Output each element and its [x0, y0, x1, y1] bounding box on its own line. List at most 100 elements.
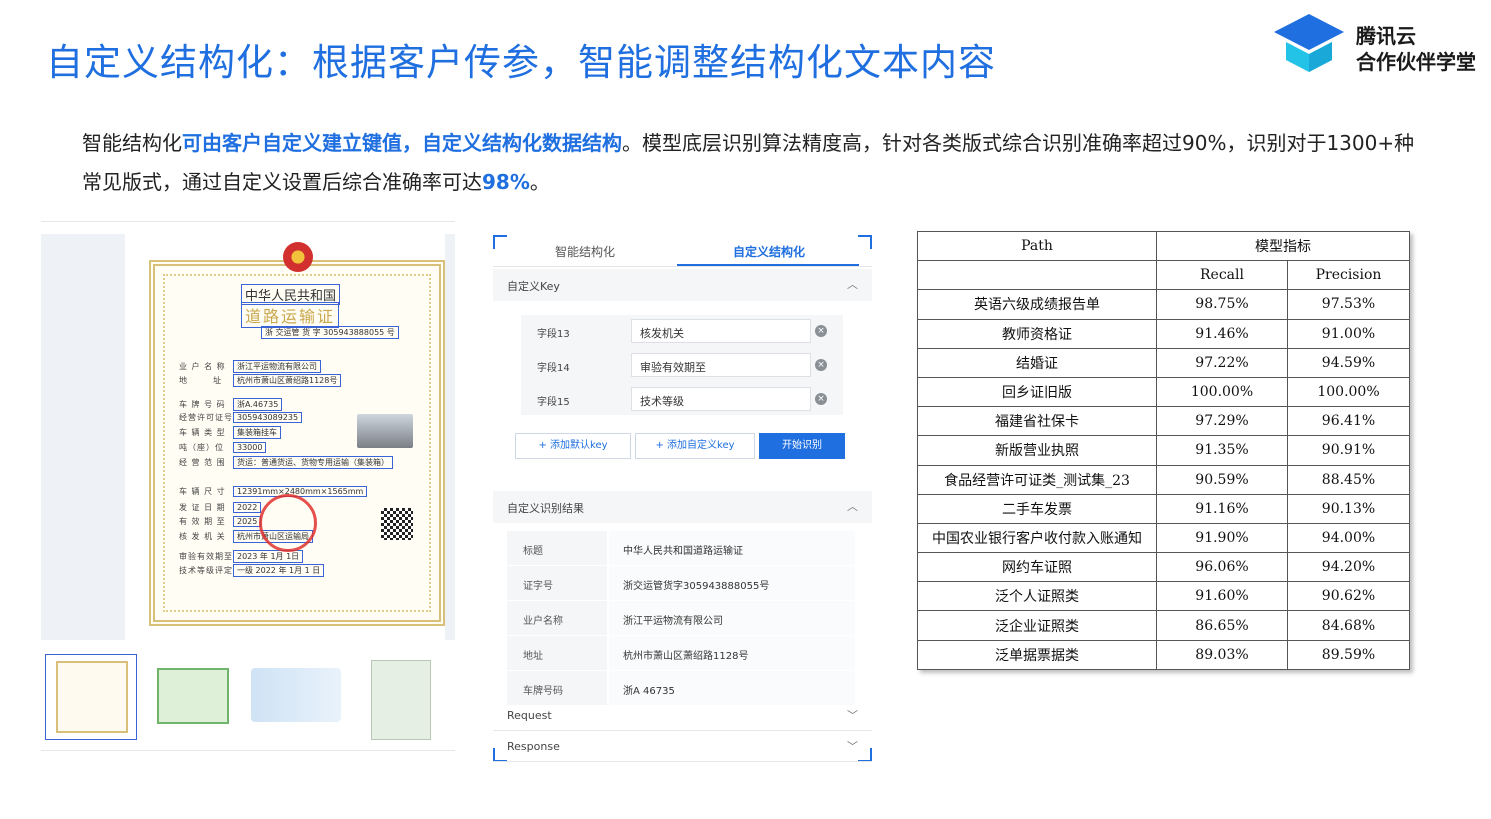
table-row: 食品经营许可证类_测试集_23 90.59% 88.45%	[917, 464, 1410, 495]
chevron-up-icon: ︿	[847, 278, 858, 291]
cert-row: 车 辆 尺 寸 12391mm×2480mm×1565mm	[179, 486, 368, 497]
cell-precision: 90.13%	[1287, 493, 1410, 524]
cert-row-value: 2025	[233, 516, 262, 527]
cell-recall: 91.46%	[1156, 318, 1288, 349]
structuring-panel: 智能结构化 自定义结构化 自定义Key ︿ 字段13 核发机关 × 字段14 审…	[493, 235, 872, 762]
tencent-cloud-logo: 腾讯云 合作伙伴学堂	[1274, 14, 1486, 80]
cert-row-label: 车 辆 类 型	[179, 428, 226, 437]
tab-smart-structuring[interactable]: 智能结构化	[555, 243, 615, 260]
header-empty	[917, 260, 1157, 291]
cert-row: 吨（座）位 33000	[179, 442, 267, 453]
section-title: 自定义识别结果	[507, 502, 584, 515]
table-row: 泛个人证照类 91.60% 90.62%	[917, 581, 1410, 612]
cert-row-value: 2023 年 1月 1日	[233, 550, 304, 563]
cell-recall: 97.29%	[1156, 406, 1288, 437]
result-row: 证字号 浙交运管货字305943888055号	[507, 566, 857, 600]
cert-row-label: 吨（座）位	[179, 443, 224, 452]
result-value: 浙交运管货字305943888055号	[609, 566, 855, 600]
cell-path: 福建省社保卡	[917, 406, 1157, 437]
cert-row-label: 经 营 范 围	[179, 458, 226, 467]
tab-custom-structuring[interactable]: 自定义结构化	[733, 243, 805, 260]
cell-precision: 88.45%	[1287, 464, 1410, 495]
cert-row-value: 货运：普通货运、货物专用运输（集装箱）	[233, 456, 393, 469]
add-default-key-button[interactable]: + 添加默认key	[515, 433, 631, 459]
cell-recall: 96.06%	[1156, 552, 1288, 583]
cell-recall: 97.22%	[1156, 347, 1288, 378]
thumbnail-image	[251, 668, 341, 722]
table-body: 英语六级成绩报告单 98.75% 97.53% 教师资格证 91.46% 91.00% 结婚…	[917, 289, 1410, 670]
result-section-header[interactable]: 自定义识别结果 ︿	[493, 491, 872, 523]
clear-icon[interactable]: ×	[815, 325, 827, 337]
cert-row-label: 发 证 日 期	[179, 503, 226, 512]
thumbnail-permit[interactable]	[361, 654, 453, 740]
key-value-input[interactable]: 技术等级	[631, 387, 811, 411]
cell-precision: 96.41%	[1287, 406, 1410, 437]
key-row: 字段14 审验有效期至 ×	[521, 349, 843, 383]
cell-path: 新版营业执照	[917, 435, 1157, 466]
cert-row: 审验有效期至 2023 年 1月 1日	[179, 550, 304, 563]
model-metrics-table: Path 模型指标 Recall Precision 英语六级成绩报告单 98.7…	[917, 230, 1410, 670]
cell-precision: 89.59%	[1287, 639, 1410, 670]
clear-icon[interactable]: ×	[815, 393, 827, 405]
desc-text-1: 智能结构化	[82, 131, 182, 155]
thumbnail-business-license[interactable]	[147, 654, 239, 740]
cell-recall: 91.35%	[1156, 435, 1288, 466]
cert-row-value: 浙A.46735	[233, 398, 283, 411]
request-collapse[interactable]: Request ﹀	[493, 701, 872, 731]
cert-row-label: 经营许可证号	[179, 413, 233, 422]
cert-title-name: 道路运输证	[241, 302, 340, 328]
cell-path: 泛单据票据类	[917, 639, 1157, 670]
mode-tabs: 智能结构化 自定义结构化	[493, 235, 872, 267]
key-name: 字段13	[537, 329, 570, 340]
cell-path: 食品经营许可证类_测试集_23	[917, 464, 1157, 495]
key-value-input[interactable]: 审验有效期至	[631, 353, 811, 377]
table-row: 结婚证 97.22% 94.59%	[917, 347, 1410, 378]
cert-row-value: 12391mm×2480mm×1565mm	[233, 486, 368, 497]
cert-row: 有 效 期 至 2025	[179, 516, 262, 527]
desc-highlight-2: 98%	[482, 170, 530, 194]
cert-row: 发 证 日 期 2022	[179, 502, 262, 513]
chevron-down-icon: ﹀	[847, 709, 858, 722]
clear-icon[interactable]: ×	[815, 359, 827, 371]
cell-recall: 86.65%	[1156, 610, 1288, 641]
header-precision: Precision	[1287, 260, 1410, 291]
key-value-input[interactable]: 核发机关	[631, 319, 811, 343]
document-preview-panel: 中华人民共和国 道路运输证 浙 交运管 货 字 305943888055 号 业…	[41, 221, 455, 751]
result-row: 车牌号码 浙A 46735	[507, 671, 857, 705]
cert-row-value: 一级 2022 年 1月 1 日	[233, 564, 325, 577]
add-custom-key-button[interactable]: + 添加自定义key	[635, 433, 755, 459]
table-row: 教师资格证 91.46% 91.00%	[917, 318, 1410, 349]
cert-row: 技术等级评定 一级 2022 年 1月 1 日	[179, 564, 325, 577]
page-title: 自定义结构化：根据客户传参，智能调整结构化文本内容	[46, 41, 996, 84]
table-row: 新版营业执照 91.35% 90.91%	[917, 435, 1410, 466]
cert-row: 经营许可证号 305943089235	[179, 412, 303, 423]
response-collapse[interactable]: Response ﹀	[493, 732, 872, 762]
result-row: 地址 杭州市萧山区萧绍路1128号	[507, 636, 857, 670]
cert-row-label: 核 发 机 关	[179, 532, 226, 541]
key-row: 字段13 核发机关 ×	[521, 315, 843, 349]
start-recognition-button[interactable]: 开始识别	[759, 433, 845, 459]
cell-precision: 90.91%	[1287, 435, 1410, 466]
header-model-metrics: 模型指标	[1156, 230, 1410, 262]
cell-recall: 91.16%	[1156, 493, 1288, 524]
table-row: 回乡证旧版 100.00% 100.00%	[917, 376, 1410, 408]
request-label: Request	[507, 709, 552, 722]
header-path: Path	[917, 230, 1157, 262]
section-title: 自定义Key	[507, 280, 560, 293]
result-key: 车牌号码	[507, 671, 607, 705]
result-value: 浙江平运物流有限公司	[609, 601, 855, 635]
cert-number: 浙 交运管 货 字 305943888055 号	[261, 326, 399, 339]
key-row: 字段15 技术等级 ×	[521, 383, 843, 417]
thumbnail-transport-certificate[interactable]	[45, 654, 137, 740]
cert-row-label: 车 牌 号 码	[179, 400, 226, 409]
description: 智能结构化可由客户自定义建立键值，自定义结构化数据结构。模型底层识别算法精度高，…	[82, 124, 1432, 202]
road-transport-certificate-image: 中华人民共和国 道路运输证 浙 交运管 货 字 305943888055 号 业…	[149, 242, 445, 626]
preview-background-right	[445, 234, 455, 640]
cell-precision: 91.00%	[1287, 318, 1410, 349]
custom-key-section-header[interactable]: 自定义Key ︿	[493, 269, 872, 301]
result-key: 业户名称	[507, 601, 607, 635]
thumbnail-id-card[interactable]	[249, 654, 341, 740]
table-row: 泛单据票据类 89.03% 89.59%	[917, 639, 1410, 670]
cell-recall: 89.03%	[1156, 639, 1288, 670]
cert-row-value: 杭州市萧山区萧绍路1128号	[233, 374, 342, 387]
